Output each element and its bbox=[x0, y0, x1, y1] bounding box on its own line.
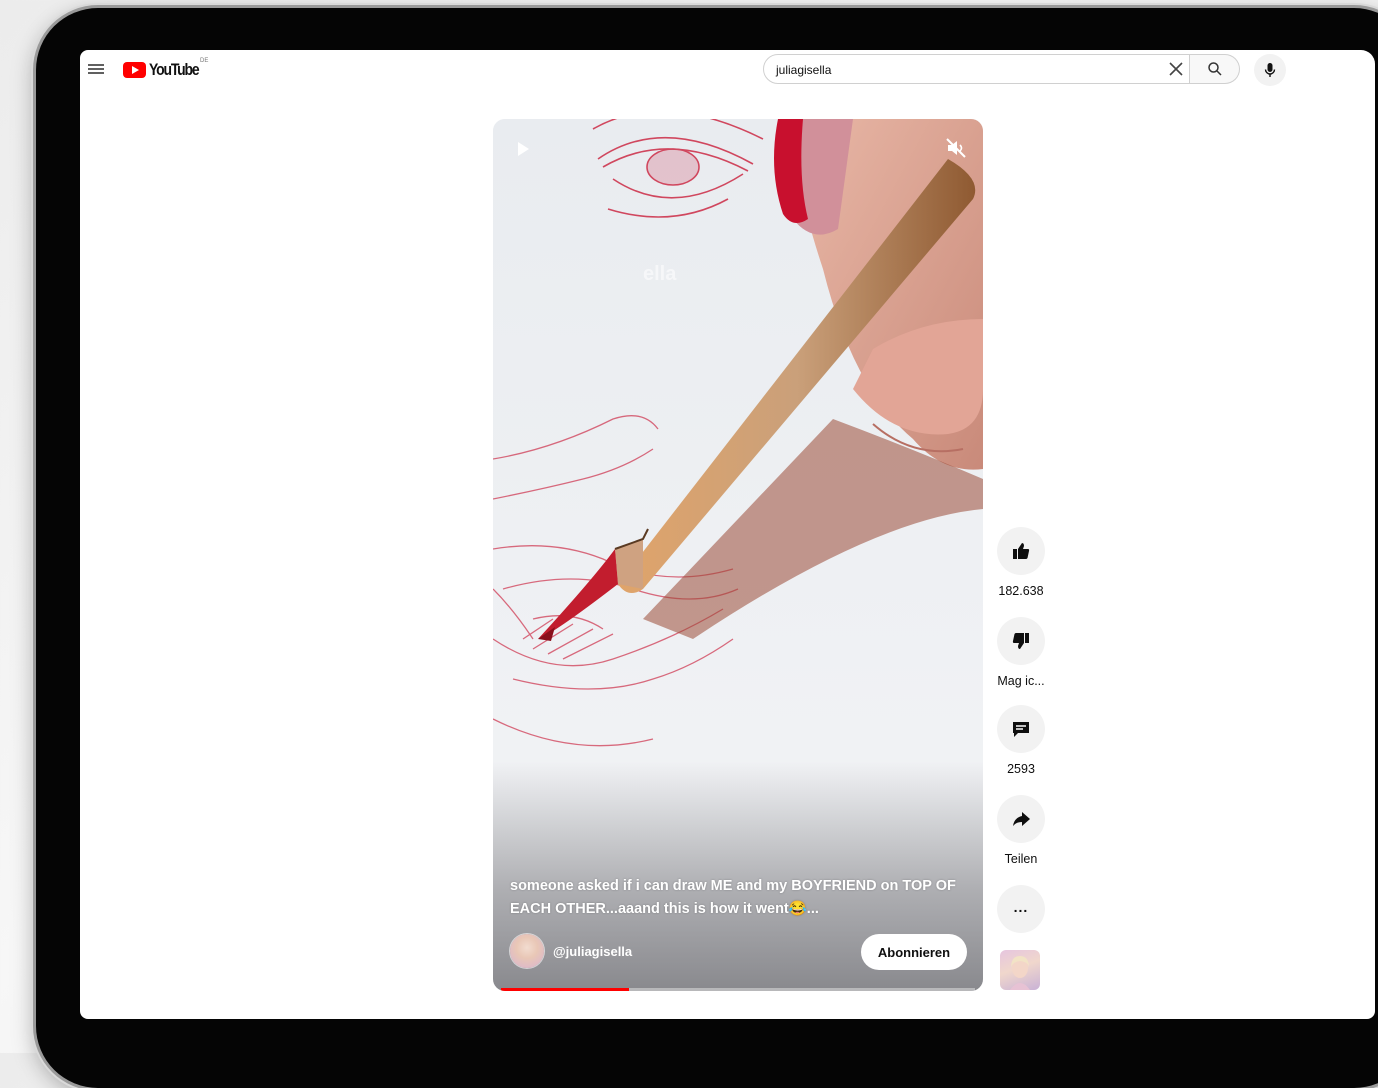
search-icon bbox=[1207, 62, 1222, 76]
video-progress-fill bbox=[501, 988, 629, 991]
comment-action: 2593 bbox=[992, 705, 1050, 776]
share-icon bbox=[1013, 812, 1030, 826]
sound-avatar-image bbox=[1010, 956, 1030, 990]
mute-icon[interactable] bbox=[945, 137, 967, 159]
shorts-video-player[interactable]: ella someone asked if i can draw ME and … bbox=[493, 119, 983, 991]
search-input[interactable]: juliagisella bbox=[763, 54, 1190, 84]
more-icon: ... bbox=[1013, 899, 1029, 915]
like-button[interactable] bbox=[997, 527, 1045, 575]
share-action: Teilen bbox=[992, 795, 1050, 866]
search-button[interactable] bbox=[1190, 54, 1240, 84]
dislike-label: Mag ic... bbox=[997, 674, 1045, 688]
mic-icon bbox=[1264, 63, 1276, 77]
search-query: juliagisella bbox=[776, 63, 832, 77]
play-icon[interactable] bbox=[515, 141, 531, 157]
sound-thumbnail[interactable] bbox=[1000, 950, 1040, 990]
channel-handle[interactable]: @juliagisella bbox=[553, 944, 632, 959]
share-label: Teilen bbox=[1004, 852, 1038, 866]
more-action: ... bbox=[992, 885, 1050, 933]
subscribe-button[interactable]: Abonnieren bbox=[861, 934, 967, 970]
more-options-button[interactable]: ... bbox=[997, 885, 1045, 933]
comment-count: 2593 bbox=[1007, 762, 1035, 776]
youtube-play-logo-icon bbox=[123, 62, 146, 78]
comments-button[interactable] bbox=[997, 705, 1045, 753]
browser-screen: YouTube DE juliagisella ella someone ask… bbox=[80, 50, 1375, 1019]
logo-region-code: DE bbox=[200, 58, 209, 64]
video-caption[interactable]: someone asked if i can draw ME and my BO… bbox=[510, 875, 965, 921]
youtube-logo[interactable]: YouTube bbox=[123, 60, 209, 80]
channel-avatar[interactable] bbox=[510, 934, 544, 968]
logo-text: YouTube bbox=[149, 60, 200, 79]
like-count: 182.638 bbox=[998, 584, 1044, 598]
menu-icon[interactable] bbox=[88, 62, 104, 76]
video-watermark: ella bbox=[643, 263, 677, 285]
voice-search-button[interactable] bbox=[1254, 54, 1286, 86]
clear-icon[interactable] bbox=[1167, 60, 1185, 78]
thumb-up-icon bbox=[1013, 543, 1030, 559]
like-action: 182.638 bbox=[992, 527, 1050, 598]
share-button[interactable] bbox=[997, 795, 1045, 843]
comment-icon bbox=[1013, 722, 1029, 737]
dislike-button[interactable] bbox=[997, 617, 1045, 665]
thumb-down-icon bbox=[1012, 633, 1029, 649]
dislike-action: Mag ic... bbox=[992, 617, 1050, 688]
video-progress-bar[interactable] bbox=[501, 988, 975, 991]
